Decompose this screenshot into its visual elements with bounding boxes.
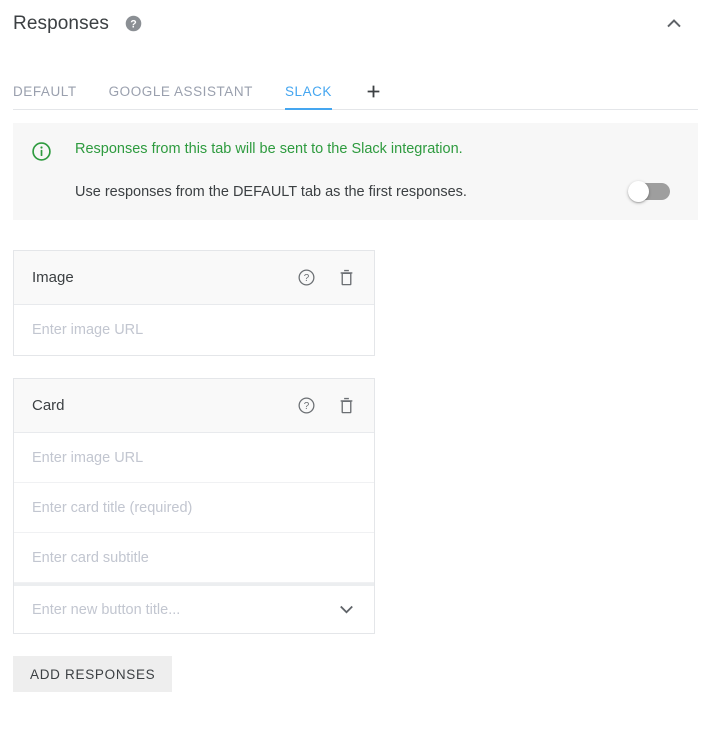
- info-banner-message: Responses from this tab will be sent to …: [75, 139, 680, 159]
- page-title: Responses: [13, 14, 109, 33]
- response-card-header: Card ?: [14, 379, 374, 433]
- trash-icon[interactable]: [335, 395, 357, 417]
- image-url-placeholder: Enter image URL: [32, 322, 357, 338]
- chevron-up-icon[interactable]: [660, 9, 688, 37]
- card-title-placeholder: Enter card title (required): [32, 500, 357, 516]
- info-circle-icon: [31, 139, 53, 167]
- card-subtitle-input[interactable]: Enter card subtitle: [14, 533, 374, 583]
- trash-icon[interactable]: [335, 267, 357, 289]
- card-image-url-placeholder: Enter image URL: [32, 450, 357, 466]
- add-tab-button[interactable]: [364, 82, 383, 110]
- card-button-title-placeholder: Enter new button title...: [32, 602, 335, 618]
- default-responses-toggle-row: Use responses from the DEFAULT tab as th…: [75, 181, 680, 202]
- response-tabs: DEFAULT GOOGLE ASSISTANT SLACK: [0, 62, 705, 110]
- response-card-card: Card ? Enter image URL En: [13, 378, 375, 634]
- svg-text:?: ?: [303, 273, 309, 284]
- tab-slack[interactable]: SLACK: [285, 84, 332, 110]
- toggle-knob: [628, 181, 649, 202]
- tab-default[interactable]: DEFAULT: [13, 84, 77, 110]
- card-subtitle-placeholder: Enter card subtitle: [32, 550, 357, 566]
- help-outline-icon[interactable]: ?: [295, 267, 317, 289]
- response-card-title: Image: [32, 269, 277, 286]
- card-button-title-input[interactable]: Enter new button title...: [14, 583, 374, 633]
- card-image-url-input[interactable]: Enter image URL: [14, 433, 374, 483]
- responses-panel: Responses ? DEFAULT GOOGLE ASSISTANT SLA…: [0, 0, 705, 746]
- card-title-input[interactable]: Enter card title (required): [14, 483, 374, 533]
- use-default-responses-toggle[interactable]: [628, 181, 672, 202]
- slack-info-banner: Responses from this tab will be sent to …: [13, 123, 698, 220]
- chevron-down-icon[interactable]: [335, 599, 357, 621]
- help-outline-icon[interactable]: ?: [295, 395, 317, 417]
- response-card-header: Image ?: [14, 251, 374, 305]
- response-card-title: Card: [32, 397, 277, 414]
- help-filled-icon[interactable]: ?: [125, 15, 142, 32]
- info-banner-body: Responses from this tab will be sent to …: [75, 139, 680, 202]
- svg-text:?: ?: [130, 18, 136, 30]
- svg-text:?: ?: [303, 401, 309, 412]
- tab-google-assistant[interactable]: GOOGLE ASSISTANT: [109, 84, 253, 110]
- default-responses-toggle-label: Use responses from the DEFAULT tab as th…: [75, 182, 628, 202]
- add-responses-button[interactable]: ADD RESPONSES: [13, 656, 172, 692]
- response-cards-area: Image ? Enter image URL: [0, 250, 705, 634]
- plus-icon: [364, 82, 383, 101]
- panel-header: Responses ?: [0, 0, 705, 46]
- response-card-image: Image ? Enter image URL: [13, 250, 375, 356]
- image-url-input[interactable]: Enter image URL: [14, 305, 374, 355]
